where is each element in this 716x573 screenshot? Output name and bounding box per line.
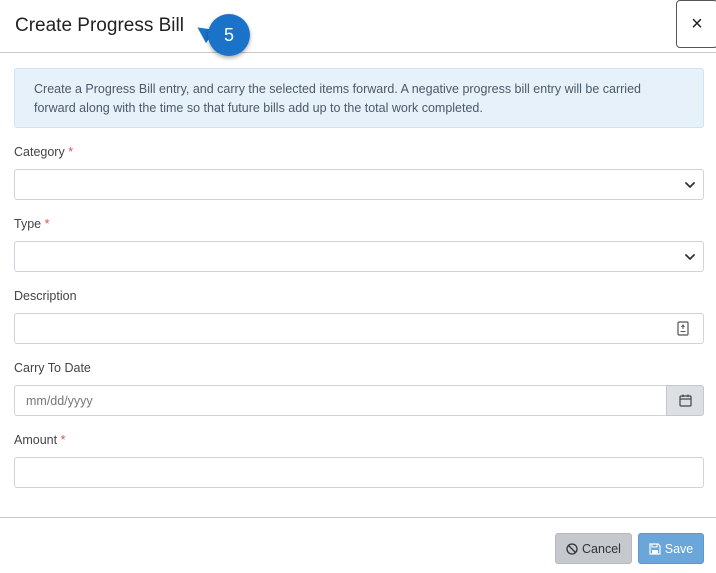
step-number: 5 bbox=[208, 14, 250, 56]
floppy-disk-icon bbox=[649, 542, 661, 555]
info-alert: Create a Progress Bill entry, and carry … bbox=[14, 68, 704, 128]
text-expand-icon[interactable] bbox=[677, 321, 689, 336]
modal-title: Create Progress Bill bbox=[15, 15, 184, 36]
required-marker: * bbox=[44, 217, 50, 231]
chevron-down-icon bbox=[685, 182, 695, 188]
cancel-button[interactable]: Cancel bbox=[555, 533, 632, 564]
date-picker-button[interactable] bbox=[666, 385, 704, 416]
step-badge: 5 bbox=[192, 14, 250, 56]
date-placeholder: mm/dd/yyyy bbox=[26, 393, 93, 408]
required-marker: * bbox=[68, 145, 74, 159]
category-select[interactable] bbox=[14, 169, 704, 200]
carry-to-date-input[interactable]: mm/dd/yyyy bbox=[14, 385, 667, 416]
required-marker: * bbox=[60, 433, 66, 447]
type-label: Type * bbox=[14, 217, 50, 231]
save-button[interactable]: Save bbox=[638, 533, 704, 564]
ban-icon bbox=[566, 542, 578, 555]
modal-header: Create Progress Bill bbox=[0, 0, 716, 53]
category-label: Category * bbox=[14, 145, 74, 159]
type-select[interactable] bbox=[14, 241, 704, 272]
carry-to-date-label: Carry To Date bbox=[14, 361, 91, 375]
chevron-down-icon bbox=[685, 254, 695, 260]
description-input[interactable] bbox=[14, 313, 704, 344]
save-label: Save bbox=[664, 541, 694, 556]
footer-divider bbox=[0, 517, 716, 518]
cancel-label: Cancel bbox=[582, 541, 621, 556]
amount-input[interactable] bbox=[14, 457, 704, 488]
close-icon: × bbox=[691, 12, 703, 35]
description-label: Description bbox=[14, 289, 77, 303]
amount-label: Amount * bbox=[14, 433, 66, 447]
close-button[interactable]: × bbox=[676, 0, 716, 48]
calendar-icon bbox=[678, 394, 692, 407]
